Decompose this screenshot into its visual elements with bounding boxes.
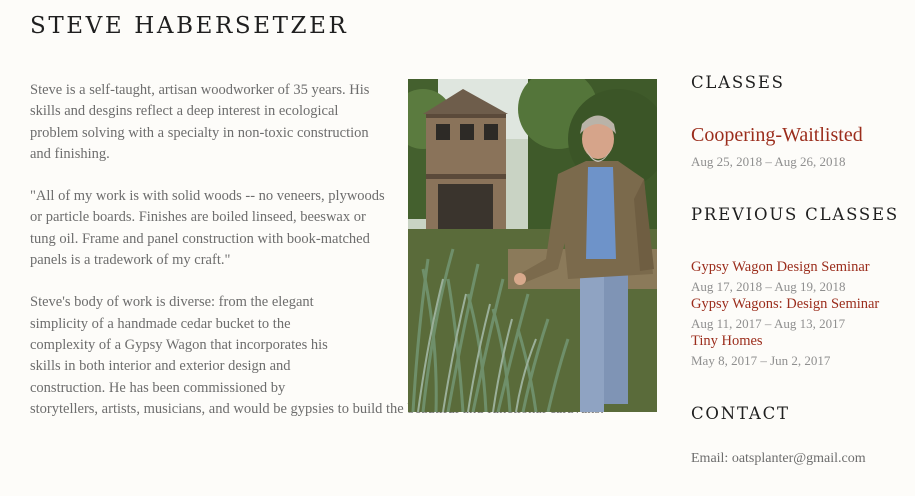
previous-class-link[interactable]: Gypsy Wagon Design Seminar	[691, 259, 870, 276]
previous-classes-heading: PREVIOUS CLASSES	[691, 205, 899, 224]
bio-paragraph-work-start: Steve's body of work is diverse: from th…	[30, 294, 328, 396]
bio-paragraph-intro: Steve is a self-taught, artisan woodwork…	[30, 82, 370, 162]
previous-class-dates: Aug 17, 2018 – Aug 19, 2018	[691, 279, 846, 294]
portrait-photo	[408, 79, 657, 412]
classes-heading: CLASSES	[691, 73, 785, 92]
previous-class-dates: May 8, 2017 – Jun 2, 2017	[691, 353, 831, 368]
page-title: STEVE HABERSETZER	[30, 13, 349, 39]
previous-class-dates: Aug 11, 2017 – Aug 13, 2017	[691, 316, 846, 331]
previous-class-link[interactable]: Gypsy Wagons: Design Seminar	[691, 296, 879, 313]
bio-paragraph-quote: "All of my work is with solid woods -- n…	[30, 188, 385, 269]
current-class-link[interactable]: Coopering-Waitlisted	[691, 124, 863, 147]
contact-heading: CONTACT	[691, 404, 790, 423]
previous-class-link[interactable]: Tiny Homes	[691, 333, 763, 350]
contact-email[interactable]: Email: oatsplanter@gmail.com	[691, 451, 866, 467]
current-class-dates: Aug 25, 2018 – Aug 26, 2018	[691, 154, 846, 169]
